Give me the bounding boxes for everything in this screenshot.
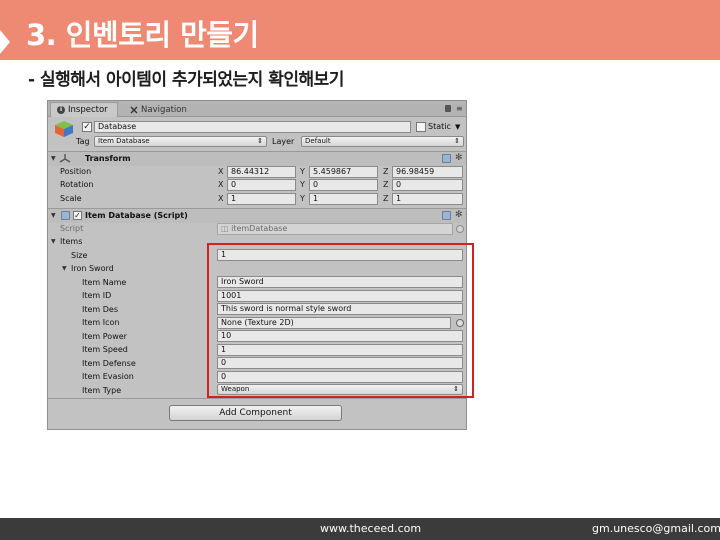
position-label: Position	[60, 167, 92, 176]
dropdown-arrow-icon: ⇕	[257, 137, 263, 145]
divider	[48, 398, 466, 399]
tab-inspector[interactable]: i Inspector	[50, 102, 118, 117]
navigation-icon	[130, 106, 138, 113]
footer-website: www.theceed.com	[320, 522, 422, 535]
size-label: Size	[71, 251, 88, 260]
script-reference-field: ◫ itemDatabase	[217, 223, 453, 235]
tag-dropdown[interactable]: Item Database ⇕	[94, 136, 267, 147]
gear-icon[interactable]: ✻	[455, 154, 463, 163]
help-book-icon[interactable]	[442, 211, 451, 220]
scale-x-field[interactable]: 1	[227, 193, 296, 205]
tag-label: Tag	[76, 137, 90, 146]
layer-label: Layer	[272, 137, 295, 146]
rotation-label: Rotation	[60, 180, 94, 189]
element-foldout-icon[interactable]: ▼	[62, 264, 67, 274]
script-reference-value: itemDatabase	[231, 224, 288, 233]
items-foldout-icon[interactable]: ▼	[51, 237, 56, 247]
scale-y-field[interactable]: 1	[309, 193, 378, 205]
static-checkbox[interactable]	[416, 122, 426, 132]
add-component-button[interactable]: Add Component	[169, 405, 342, 421]
item-icon-label: Item Icon	[82, 318, 120, 327]
axis-y-label: Y	[300, 194, 305, 203]
static-dropdown-arrow-icon[interactable]: ▼	[455, 122, 460, 132]
slide-subtitle: - 실행해서 아이템이 추가되었는지 확인해보기	[28, 70, 344, 90]
position-x-field[interactable]: 86.44312	[227, 166, 296, 178]
script-file-icon	[61, 211, 70, 220]
axis-x-label: X	[218, 180, 224, 189]
tab-inspector-label: Inspector	[68, 105, 108, 115]
axis-x-label: X	[218, 167, 224, 176]
script-component-title: Item Database (Script)	[85, 211, 188, 220]
layer-dropdown-value: Default	[305, 137, 331, 145]
highlight-box	[207, 243, 474, 398]
help-book-icon[interactable]	[442, 154, 451, 163]
info-icon: i	[57, 106, 65, 114]
object-picker-icon	[456, 225, 464, 233]
transform-title: Transform	[85, 154, 131, 163]
rotation-y-field[interactable]: 0	[309, 179, 378, 191]
element-label: Iron Sword	[71, 264, 114, 273]
scale-label: Scale	[60, 194, 82, 203]
items-label: Items	[60, 237, 83, 246]
tab-navigation-label: Navigation	[141, 104, 187, 115]
scale-z-field[interactable]: 1	[392, 193, 463, 205]
transform-axes-icon	[59, 154, 71, 163]
axis-y-label: Y	[300, 167, 305, 176]
axis-z-label: Z	[383, 194, 389, 203]
item-des-label: Item Des	[82, 305, 119, 314]
static-label: Static	[428, 122, 451, 131]
script-enabled-checkbox[interactable]: ✓	[73, 211, 82, 220]
item-speed-label: Item Speed	[82, 345, 128, 354]
lock-icon[interactable]	[445, 105, 451, 112]
position-y-field[interactable]: 5.459867	[309, 166, 378, 178]
gear-icon[interactable]: ✻	[455, 211, 463, 220]
header-notch	[0, 30, 10, 54]
transform-foldout-icon[interactable]: ▼	[51, 154, 56, 164]
gameobject-cube-icon	[55, 121, 73, 137]
rotation-z-field[interactable]: 0	[392, 179, 463, 191]
gameobject-active-checkbox[interactable]: ✓	[82, 122, 92, 132]
script-label: Script	[60, 224, 84, 233]
item-power-label: Item Power	[82, 332, 127, 341]
rotation-x-field[interactable]: 0	[227, 179, 296, 191]
item-name-label: Item Name	[82, 278, 127, 287]
item-evasion-label: Item Evasion	[82, 372, 134, 381]
tab-navigation[interactable]: Navigation	[124, 102, 200, 117]
dropdown-arrow-icon: ⇕	[454, 137, 460, 145]
layer-dropdown[interactable]: Default ⇕	[301, 136, 464, 147]
axis-z-label: Z	[383, 180, 389, 189]
panel-menu-icon[interactable]: ≡	[456, 105, 463, 113]
item-id-label: Item ID	[82, 291, 112, 300]
item-type-label: Item Type	[82, 386, 122, 395]
axis-z-label: Z	[383, 167, 389, 176]
gameobject-name-field[interactable]: Database	[94, 121, 411, 133]
axis-x-label: X	[218, 194, 224, 203]
tag-dropdown-value: Item Database	[98, 137, 150, 145]
footer-email: gm.unesco@gmail.com	[592, 522, 720, 535]
item-defense-label: Item Defense	[82, 359, 136, 368]
script-foldout-icon[interactable]: ▼	[51, 211, 56, 221]
script-asset-icon: ◫	[221, 224, 232, 233]
slide-title: 3. 인벤토리 만들기	[26, 18, 259, 52]
position-z-field[interactable]: 96.98459	[392, 166, 463, 178]
axis-y-label: Y	[300, 180, 305, 189]
